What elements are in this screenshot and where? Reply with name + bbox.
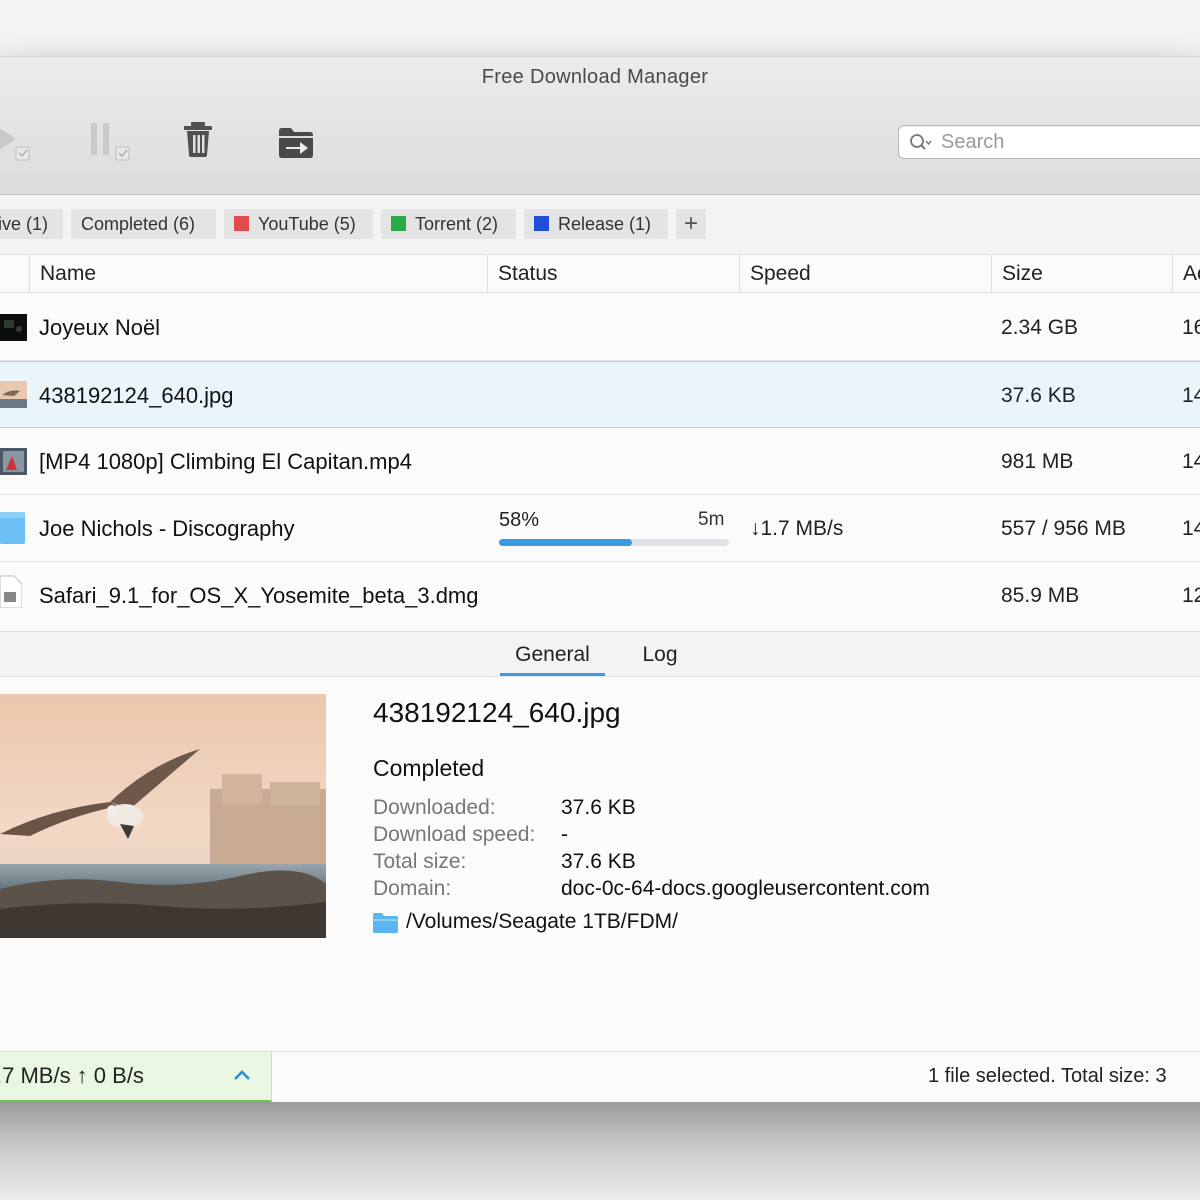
tag-label: Release (1) [558,214,652,234]
detail-tab-bar: General Log [0,631,1200,677]
folder-icon [373,913,398,933]
download-speed: ↓1.7 MB/s [750,517,844,540]
tag-label: Torrent (2) [415,214,499,234]
download-speed-label: Download speed: [373,823,536,846]
download-size: 981 MB [1001,450,1074,473]
file-preview-image [0,694,326,938]
disk-image-file-icon [0,572,22,608]
resume-button[interactable] [0,119,38,169]
download-name: Joe Nichols - Discography [39,516,295,541]
download-name: Safari_9.1_for_OS_X_Yosemite_beta_3.dmg [39,583,479,608]
chevron-up-icon[interactable] [232,1068,252,1082]
downloaded-label: Downloaded: [373,796,496,819]
tag-label: ive (1) [0,214,49,234]
download-row[interactable]: Safari_9.1_for_OS_X_Yosemite_beta_3.dmg … [0,562,1200,617]
download-folder-link[interactable]: /Volumes/Seagate 1TB/FDM/ [406,910,678,934]
add-tag-button[interactable]: + [676,209,706,239]
download-added: 12 [1182,584,1200,607]
title-toolbar: Free Download Manager [0,57,1200,195]
image-thumbnail [0,381,27,408]
folder-icon [0,510,25,546]
progress-bar-fill [499,539,633,546]
download-size: 557 / 956 MB [1001,517,1126,540]
domain-value: doc-0c-64-docs.googleusercontent.com [561,877,930,900]
download-row[interactable]: [MP4 1080p] Climbing El Capitan.mp4 981 … [0,428,1200,495]
total-size-value: 37.6 KB [561,850,636,873]
video-thumbnail [0,448,27,475]
tab-general[interactable]: General [500,632,605,676]
download-row[interactable]: Joe Nichols - Discography 58% 5m ↓1.7 MB… [0,495,1200,562]
tag-label: Completed (6) [81,214,196,234]
download-name: 438192124_640.jpg [39,383,234,408]
total-size-label: Total size: [373,850,467,873]
download-name: [MP4 1080p] Climbing El Capitan.mp4 [39,449,412,474]
search-box[interactable] [898,125,1200,159]
domain-label: Domain: [373,877,452,900]
app-window: Free Download Manager Search ive (1) Com… [0,56,1200,1102]
progress-percent: 58% [499,509,540,531]
global-speed-text: .7 MB/s ↑ 0 B/s [0,1063,144,1088]
window-shadow [0,1102,1200,1200]
download-name: Joyeux Noël [39,315,161,340]
download-size: 85.9 MB [1001,584,1080,607]
column-header-name[interactable]: Name [29,255,487,293]
pause-button[interactable] [86,119,138,169]
status-bar: .7 MB/s ↑ 0 B/s 1 file selected. Total s… [0,1051,1200,1102]
column-header-speed[interactable]: Speed [739,255,991,293]
selection-summary: 1 file selected. Total size: 3 [928,1065,1167,1087]
column-header-size[interactable]: Size [991,255,1172,293]
torrent-color-swatch [391,216,406,231]
window-title: Free Download Manager [481,66,709,88]
downloaded-value: 37.6 KB [561,796,636,819]
download-added: 14 [1182,517,1200,540]
play-icon [0,128,30,161]
video-thumbnail [0,314,27,341]
column-header-status[interactable]: Status [487,255,739,293]
youtube-color-swatch [234,216,249,231]
download-row[interactable]: Joyeux Noël 2.34 GB 16 [0,294,1200,361]
download-row-selected[interactable]: 438192124_640.jpg 37.6 KB 14 [0,361,1200,428]
move-folder-icon [279,128,313,158]
move-files-button[interactable] [276,119,316,169]
download-size: 2.34 GB [1001,316,1079,339]
download-size: 37.6 KB [1001,384,1076,407]
filter-tag-bar: ive (1) Completed (6) YouTube (5) Torren… [0,195,1200,255]
tag-completed[interactable]: Completed (6) [71,209,216,239]
download-added: 14 [1182,450,1200,473]
download-added: 14 [1182,384,1200,407]
progress-bar [499,539,729,546]
download-added: 16 [1182,316,1200,339]
table-header: Name Status Speed Size Ac [0,255,1200,293]
tag-youtube[interactable]: YouTube (5) [224,209,373,239]
tag-torrent[interactable]: Torrent (2) [381,209,516,239]
download-speed-value: - [561,823,568,846]
tab-log[interactable]: Log [630,632,690,676]
speed-limiter-widget[interactable]: .7 MB/s ↑ 0 B/s [0,1052,272,1102]
trash-icon [184,122,212,157]
tag-active[interactable]: ive (1) [0,209,63,239]
search-input[interactable] [941,129,1200,155]
column-header-added[interactable]: Ac [1172,255,1200,293]
time-remaining: 5m [698,509,725,530]
tag-release[interactable]: Release (1) [524,209,668,239]
detail-status: Completed [373,755,485,781]
pause-icon [91,123,130,161]
search-icon [910,134,932,150]
tag-label: YouTube (5) [258,214,356,234]
release-color-swatch [534,216,549,231]
detail-filename: 438192124_640.jpg [373,697,621,728]
delete-button[interactable] [182,119,216,169]
